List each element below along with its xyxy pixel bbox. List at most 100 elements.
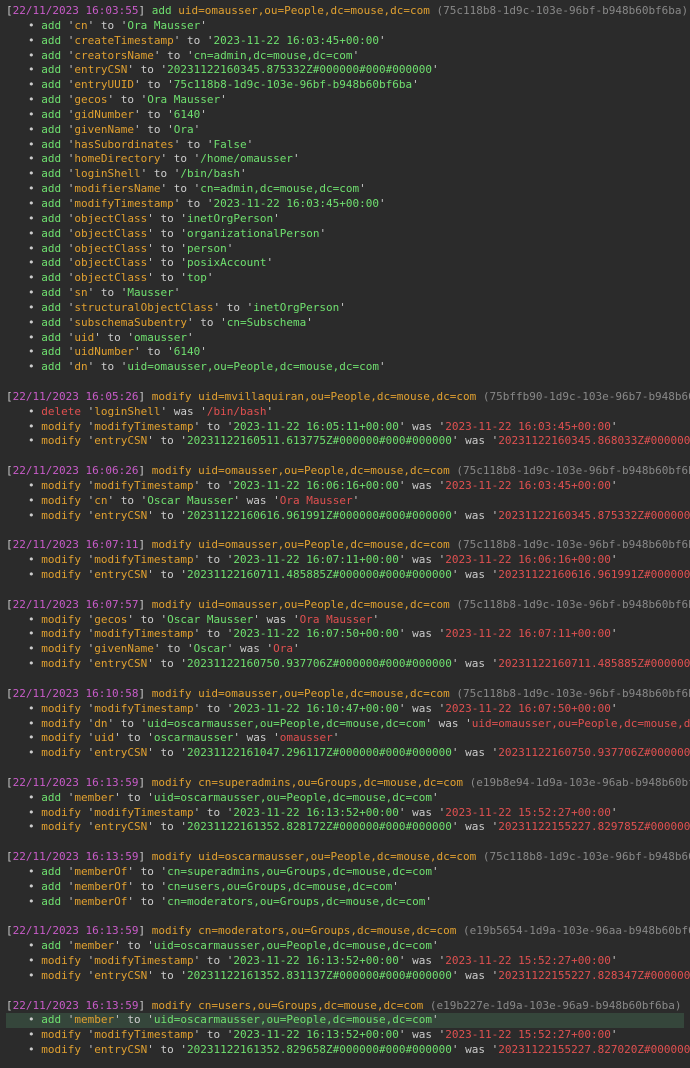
change-old: 2023-11-22 16:07:50+00:00 (445, 702, 611, 715)
change-attr: gecos (74, 93, 107, 106)
log-entry-header: [22/11/2023 16:13:59] modify uid=oscarma… (6, 850, 684, 865)
log-change-row: add 'givenName' to 'Ora' (6, 123, 684, 138)
change-attr: uidNumber (74, 345, 134, 358)
log-change-row: add 'loginShell' to '/bin/bash' (6, 167, 684, 182)
change-new: cn=admin,dc=mouse,dc=com (194, 49, 353, 62)
change-attr: entryUUID (74, 78, 134, 91)
operation: modify (152, 850, 192, 863)
change-attr: givenName (74, 123, 134, 136)
change-type: add (41, 182, 61, 195)
change-type: add (41, 34, 61, 47)
log-change-row: add 'homeDirectory' to '/home/omausser' (6, 152, 684, 167)
log-change-row: add 'member' to 'uid=oscarmausser,ou=Peo… (6, 791, 684, 806)
log-change-row: add 'hasSubordinates' to 'False' (6, 138, 684, 153)
entry-guid: (75c118b8-1d9c-103e-96bf-b948b60bf6ba) (456, 598, 690, 611)
change-attr: memberOf (74, 895, 127, 908)
change-new: False (213, 138, 246, 151)
change-type: add (41, 880, 61, 893)
timestamp: 22/11/2023 16:13:59 (13, 999, 139, 1012)
log-change-row: modify 'modifyTimestamp' to '2023-11-22 … (6, 553, 684, 568)
dn: cn=moderators,ou=Groups,dc=mouse,dc=com (198, 924, 456, 937)
change-type: add (41, 63, 61, 76)
change-new: omausser (134, 331, 187, 344)
change-new: 2023-11-22 16:03:45+00:00 (213, 197, 379, 210)
log-change-row: add 'dn' to 'uid=omausser,ou=People,dc=m… (6, 360, 684, 375)
entry-guid: (e19b227e-1d9a-103e-96a9-b948b60bf6ba) (430, 999, 682, 1012)
change-type: add (41, 93, 61, 106)
change-new: cn=admin,dc=mouse,dc=com (200, 182, 359, 195)
operation: modify (152, 598, 192, 611)
change-new: uid=oscarmausser,ou=People,dc=mouse,dc=c… (154, 791, 432, 804)
change-type: modify (41, 613, 81, 626)
log-change-row: modify 'modifyTimestamp' to '2023-11-22 … (6, 1028, 684, 1043)
change-new: 20231122160345.875332Z#000000#000#000000 (167, 63, 432, 76)
change-old: 2023-11-22 16:03:45+00:00 (445, 420, 611, 433)
entry-guid: (e19b8e94-1d9a-103e-96ab-b948b60bf6ba) (470, 776, 690, 789)
change-new: cn=moderators,ou=Groups,dc=mouse,dc=com (167, 895, 425, 908)
operation: modify (152, 776, 192, 789)
change-new: /bin/bash (180, 167, 240, 180)
change-old: Ora Mausser (300, 613, 373, 626)
timestamp: 22/11/2023 16:07:57 (13, 598, 139, 611)
change-type: add (41, 152, 61, 165)
change-new: 20231122161352.831137Z#000000#000#000000 (187, 969, 452, 982)
change-old: Ora Mausser (280, 494, 353, 507)
entry-guid: (e19b5654-1d9a-103e-96aa-b948b60bf6ba) (463, 924, 690, 937)
log-change-row: modify 'entryCSN' to '20231122161047.296… (6, 746, 684, 761)
operation: modify (152, 999, 192, 1012)
change-old: 2023-11-22 16:03:45+00:00 (445, 479, 611, 492)
change-type: add (41, 895, 61, 908)
change-attr: member (74, 791, 114, 804)
change-type: add (41, 123, 61, 136)
change-new: 2023-11-22 16:05:11+00:00 (233, 420, 399, 433)
change-attr: entryCSN (94, 509, 147, 522)
log-change-row: add 'gidNumber' to '6140' (6, 108, 684, 123)
change-attr: homeDirectory (74, 152, 160, 165)
change-attr: objectClass (74, 242, 147, 255)
change-new: person (187, 242, 227, 255)
log-change-row: add 'structuralObjectClass' to 'inetOrgP… (6, 301, 684, 316)
log-change-row: add 'cn' to 'Ora Mausser' (6, 19, 684, 34)
change-type: modify (41, 642, 81, 655)
log-entry-header: [22/11/2023 16:07:11] modify uid=omausse… (6, 538, 684, 553)
log-change-row: modify 'gecos' to 'Oscar Mausser' was 'O… (6, 613, 684, 628)
change-attr: givenName (94, 642, 154, 655)
operation: modify (152, 390, 192, 403)
change-new: uid=oscarmausser,ou=People,dc=mouse,dc=c… (147, 717, 425, 730)
change-new: 2023-11-22 16:06:16+00:00 (233, 479, 399, 492)
log-change-row: modify 'givenName' to 'Oscar' was 'Ora' (6, 642, 684, 657)
log-change-row: delete 'loginShell' was '/bin/bash' (6, 405, 684, 420)
change-type: add (41, 167, 61, 180)
change-attr: memberOf (74, 880, 127, 893)
change-old: uid=omausser,ou=People,dc=mouse,dc=com (472, 717, 690, 730)
log-change-row: add 'objectClass' to 'person' (6, 242, 684, 257)
change-attr: modifyTimestamp (94, 479, 193, 492)
change-new: 6140 (174, 345, 201, 358)
change-new: 20231122161352.828172Z#000000#000#000000 (187, 820, 452, 833)
change-type: add (41, 49, 61, 62)
change-attr: loginShell (94, 405, 160, 418)
change-type: modify (41, 806, 81, 819)
change-new: 2023-11-22 16:03:45+00:00 (213, 34, 379, 47)
change-new: uid=oscarmausser,ou=People,dc=mouse,dc=c… (154, 1013, 432, 1026)
change-old: 2023-11-22 16:07:11+00:00 (445, 627, 611, 640)
log-entry-header: [22/11/2023 16:07:57] modify uid=omausse… (6, 598, 684, 613)
change-new: /home/omausser (200, 152, 293, 165)
change-new: 20231122160616.961991Z#000000#000#000000 (187, 509, 452, 522)
change-attr: entryCSN (94, 1043, 147, 1056)
change-type: add (41, 242, 61, 255)
change-attr: entryCSN (94, 969, 147, 982)
change-old: 2023-11-22 15:52:27+00:00 (445, 1028, 611, 1041)
change-attr: uid (74, 331, 94, 344)
change-new: cn=users,ou=Groups,dc=mouse,dc=com (167, 880, 392, 893)
log-change-row: modify 'uid' to 'oscarmausser' was 'omau… (6, 731, 684, 746)
change-type: modify (41, 954, 81, 967)
change-attr: objectClass (74, 271, 147, 284)
change-new: Mausser (127, 286, 173, 299)
change-attr: modifyTimestamp (94, 553, 193, 566)
entry-guid: (75bffb90-1d9c-103e-96b7-b948b60bf6ba) (483, 390, 690, 403)
dn: uid=oscarmausser,ou=People,dc=mouse,dc=c… (198, 850, 476, 863)
change-type: add (41, 316, 61, 329)
change-new: 20231122161047.296117Z#000000#000#000000 (187, 746, 452, 759)
log-change-row: modify 'cn' to 'Oscar Mausser' was 'Ora … (6, 494, 684, 509)
